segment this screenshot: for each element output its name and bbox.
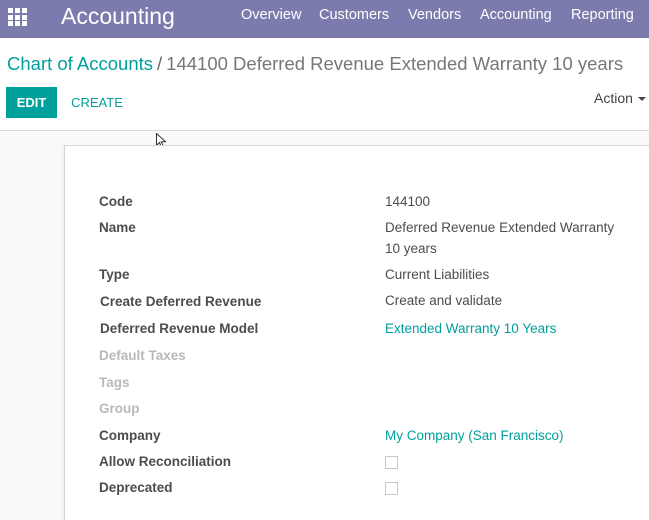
type-label: Type — [99, 267, 130, 282]
nav-overview[interactable]: Overview — [241, 6, 301, 24]
company-label: Company — [99, 428, 161, 443]
name-value: Deferred Revenue Extended Warranty 10 ye… — [385, 220, 615, 256]
group-label: Group — [99, 401, 140, 416]
create-deferred-revenue-label: Create Deferred Revenue — [100, 294, 262, 309]
apps-grid-icon[interactable] — [8, 8, 27, 26]
nav-reporting[interactable]: Reporting — [571, 6, 634, 24]
code-value: 144100 — [385, 194, 431, 209]
nav-vendors[interactable]: Vendors — [408, 6, 461, 24]
breadcrumb-current: 144100 Deferred Revenue Extended Warrant… — [166, 53, 624, 74]
breadcrumb-separator: / — [157, 53, 163, 74]
action-label: Action — [594, 90, 633, 106]
create-button[interactable]: CREATE — [63, 87, 131, 118]
default-taxes-label: Default Taxes — [99, 348, 186, 363]
breadcrumb-parent-link[interactable]: Chart of Accounts — [7, 53, 153, 74]
top-navbar: Accounting Overview Customers Vendors Ac… — [0, 0, 649, 38]
nav-customers[interactable]: Customers — [319, 6, 389, 24]
deprecated-label: Deprecated — [99, 480, 173, 495]
nav-accounting[interactable]: Accounting — [480, 6, 552, 24]
code-label: Code — [99, 194, 133, 209]
create-deferred-revenue-value: Create and validate — [385, 293, 503, 308]
deprecated-checkbox[interactable] — [385, 482, 398, 495]
allow-reconciliation-label: Allow Reconciliation — [99, 454, 232, 469]
allow-reconciliation-checkbox[interactable] — [385, 456, 398, 469]
action-dropdown[interactable]: Action — [594, 89, 646, 107]
control-panel: Chart of Accounts/144100 Deferred Revenu… — [0, 38, 649, 131]
name-label: Name — [99, 220, 136, 235]
caret-down-icon — [637, 97, 646, 102]
deferred-revenue-model-label: Deferred Revenue Model — [100, 321, 259, 336]
tags-label: Tags — [99, 375, 130, 390]
edit-button[interactable]: EDIT — [6, 87, 57, 118]
company-link[interactable]: My Company (San Francisco) — [385, 425, 564, 446]
deferred-revenue-model-link[interactable]: Extended Warranty 10 Years — [385, 318, 556, 339]
app-title[interactable]: Accounting — [61, 2, 175, 30]
type-value: Current Liabilities — [385, 267, 490, 282]
breadcrumb: Chart of Accounts/144100 Deferred Revenu… — [7, 52, 623, 76]
